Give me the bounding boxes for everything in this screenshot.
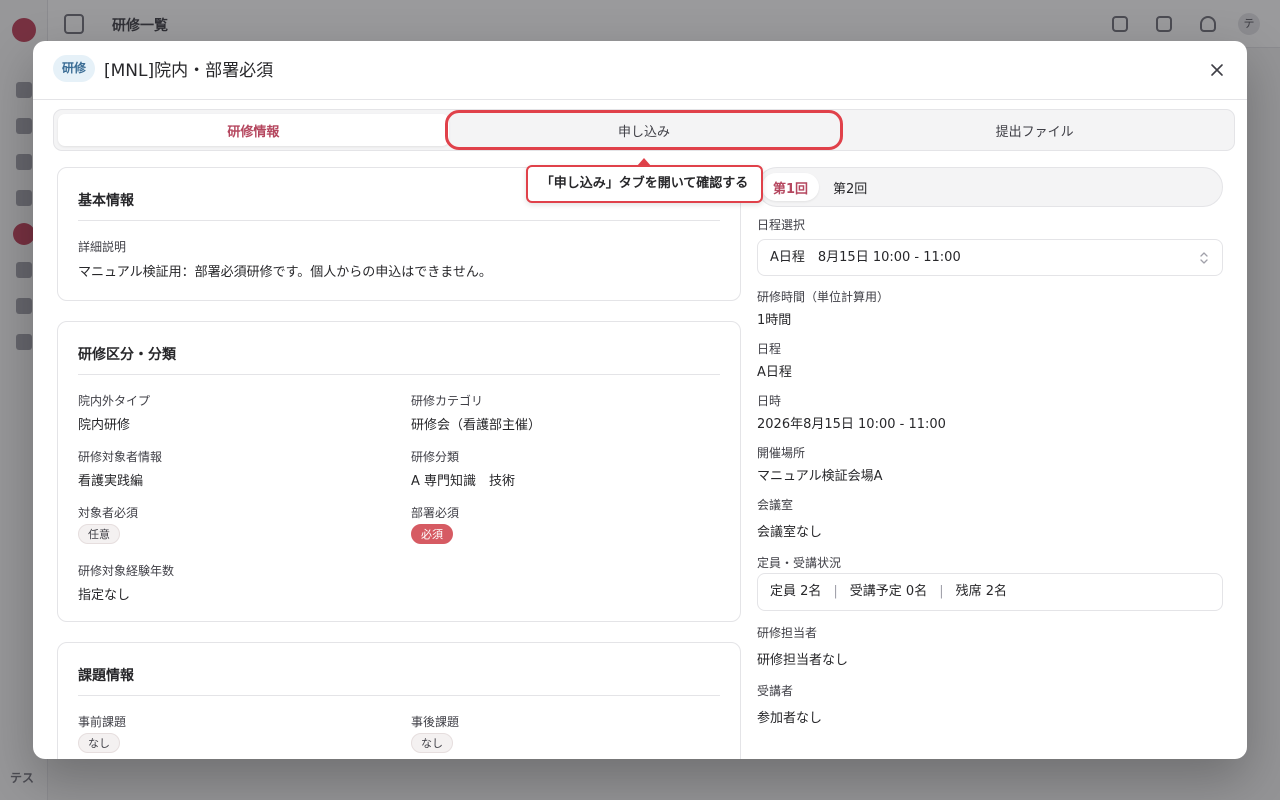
tab-training-info[interactable]: 研修情報 bbox=[58, 114, 449, 146]
hours-value: 1時間 bbox=[757, 313, 792, 328]
assignments-card: 課題情報 事前課題 なし 事後課題 なし bbox=[57, 642, 741, 759]
separator: | bbox=[833, 584, 838, 599]
instructor-value: 研修担当者なし bbox=[757, 653, 849, 668]
category-value: 研修会（看護部主催） bbox=[411, 418, 542, 433]
datetime-value: 2026年8月15日 10:00 - 11:00 bbox=[757, 417, 946, 432]
divider bbox=[78, 374, 720, 375]
capacity-status-box: 定員 2名 | 受講予定 0名 | 残席 2名 bbox=[757, 573, 1223, 611]
close-icon bbox=[1211, 64, 1223, 76]
close-button[interactable] bbox=[1205, 58, 1229, 82]
card-title: 課題情報 bbox=[78, 668, 134, 684]
venue-label: 開催場所 bbox=[757, 446, 806, 460]
post-assignment-badge: なし bbox=[411, 733, 453, 753]
remaining-value: 残席 2名 bbox=[955, 584, 1007, 599]
schedule-select-value: A日程 8月15日 10:00 - 11:00 bbox=[770, 250, 961, 265]
venue-value: マニュアル検証会場A bbox=[757, 469, 883, 484]
inout-type-value: 院内研修 bbox=[78, 418, 131, 433]
modal-header: 研修 [MNL]院内・部署必須 bbox=[33, 41, 1247, 100]
target-required-badge: 任意 bbox=[78, 524, 120, 544]
divider bbox=[78, 220, 720, 221]
capacity-label: 定員・受講状況 bbox=[757, 556, 842, 570]
chevron-updown-icon bbox=[1200, 252, 1208, 264]
card-title: 基本情報 bbox=[78, 193, 134, 209]
pre-assignment-badge: なし bbox=[78, 733, 120, 753]
dept-required-label: 部署必須 bbox=[411, 506, 460, 520]
main-tabs: 研修情報 申し込み 提出ファイル bbox=[53, 109, 1235, 151]
experience-label: 研修対象経験年数 bbox=[78, 564, 175, 578]
schedule-label: 日程 bbox=[757, 342, 782, 356]
room-label: 会議室 bbox=[757, 498, 794, 512]
description-value: マニュアル検証用：部署必須研修です。個人からの申込はできません。 bbox=[78, 265, 492, 280]
tab-submission-files[interactable]: 提出ファイル bbox=[839, 114, 1230, 146]
instructor-label: 研修担当者 bbox=[757, 626, 818, 640]
enrolled-value: 受講予定 0名 bbox=[849, 584, 928, 599]
separator: | bbox=[939, 584, 944, 599]
hours-label: 研修時間（単位計算用） bbox=[757, 290, 890, 304]
classification-value: A 専門知識 技術 bbox=[411, 474, 516, 489]
classification-card: 研修区分・分類 院内外タイプ 院内研修 研修カテゴリ 研修会（看護部主催） 研修… bbox=[57, 321, 741, 622]
divider bbox=[78, 695, 720, 696]
target-info-label: 研修対象者情報 bbox=[78, 450, 163, 464]
session-tabs: 第1回 第2回 bbox=[757, 167, 1223, 207]
pre-assignment-label: 事前課題 bbox=[78, 715, 127, 729]
participants-label: 受講者 bbox=[757, 684, 794, 698]
participants-value: 参加者なし bbox=[757, 711, 823, 726]
description-label: 詳細説明 bbox=[78, 240, 127, 254]
classification-label: 研修分類 bbox=[411, 450, 460, 464]
schedule-select-label: 日程選択 bbox=[757, 218, 806, 232]
schedule-value: A日程 bbox=[757, 365, 792, 380]
target-info-value: 看護実践編 bbox=[78, 474, 144, 489]
inout-type-label: 院内外タイプ bbox=[78, 394, 151, 408]
category-badge: 研修 bbox=[53, 55, 96, 82]
tab-session-2[interactable]: 第2回 bbox=[822, 173, 878, 201]
experience-value: 指定なし bbox=[78, 588, 131, 603]
room-value: 会議室なし bbox=[757, 525, 823, 540]
target-required-label: 対象者必須 bbox=[78, 506, 139, 520]
card-title: 研修区分・分類 bbox=[78, 347, 176, 363]
instruction-callout: 「申し込み」タブを開いて確認する bbox=[526, 165, 763, 203]
post-assignment-label: 事後課題 bbox=[411, 715, 460, 729]
capacity-value: 定員 2名 bbox=[770, 584, 822, 599]
schedule-select[interactable]: A日程 8月15日 10:00 - 11:00 bbox=[757, 239, 1223, 276]
dept-required-badge: 必須 bbox=[411, 524, 453, 544]
datetime-label: 日時 bbox=[757, 394, 782, 408]
tab-application[interactable]: 申し込み bbox=[449, 114, 840, 146]
training-detail-modal: 研修 [MNL]院内・部署必須 研修情報 申し込み 提出ファイル 基本情報 詳細… bbox=[33, 41, 1247, 759]
tab-session-1[interactable]: 第1回 bbox=[762, 173, 820, 201]
modal-title: [MNL]院内・部署必須 bbox=[104, 61, 274, 81]
category-label: 研修カテゴリ bbox=[411, 394, 484, 408]
